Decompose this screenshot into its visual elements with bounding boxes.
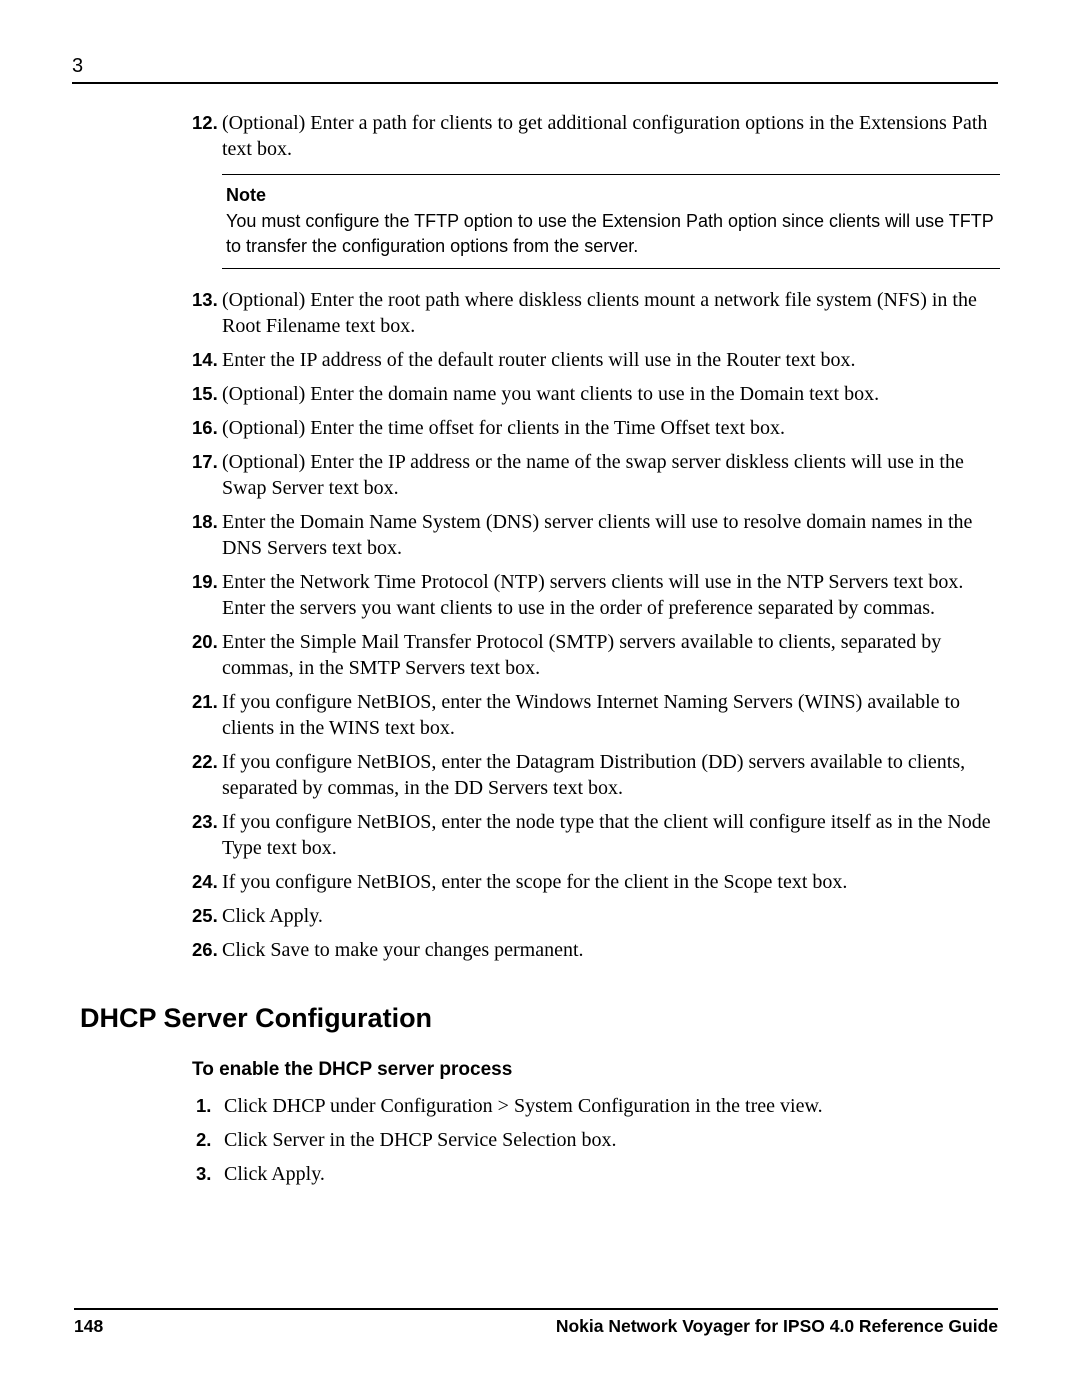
step-number: 1. (192, 1093, 224, 1119)
step-number: 12. (192, 110, 222, 162)
step-number: 13. (192, 287, 222, 339)
step-number: 15. (192, 381, 222, 407)
header-rule (72, 82, 998, 84)
step-number: 3. (192, 1161, 224, 1187)
step-text: (Optional) Enter the time offset for cli… (222, 415, 1000, 441)
note-text: You must configure the TFTP option to us… (226, 209, 996, 258)
step-number: 14. (192, 347, 222, 373)
step-number: 21. (192, 689, 222, 741)
step-item: 15. (Optional) Enter the domain name you… (192, 381, 1000, 407)
page: 3 12. (Optional) Enter a path for client… (0, 0, 1080, 1397)
step-number: 16. (192, 415, 222, 441)
step-item: 19. Enter the Network Time Protocol (NTP… (192, 569, 1000, 621)
step-text: Enter the IP address of the default rout… (222, 347, 1000, 373)
step-text: If you configure NetBIOS, enter the scop… (222, 869, 1000, 895)
step-item: 20. Enter the Simple Mail Transfer Proto… (192, 629, 1000, 681)
step-item: 3. Click Apply. (192, 1161, 1000, 1187)
step-text: (Optional) Enter a path for clients to g… (222, 110, 1000, 162)
step-number: 24. (192, 869, 222, 895)
step-item: 23. If you configure NetBIOS, enter the … (192, 809, 1000, 861)
step-number: 23. (192, 809, 222, 861)
chapter-number: 3 (72, 55, 83, 78)
sub-heading: To enable the DHCP server process (192, 1058, 1000, 1083)
step-item: 12. (Optional) Enter a path for clients … (192, 110, 1000, 162)
step-text: (Optional) Enter the root path where dis… (222, 287, 1000, 339)
step-number: 19. (192, 569, 222, 621)
step-text: Click DHCP under Configuration > System … (224, 1093, 1000, 1119)
step-number: 26. (192, 937, 222, 963)
step-number: 25. (192, 903, 222, 929)
footer-rule (74, 1308, 998, 1310)
step-item: 22. If you configure NetBIOS, enter the … (192, 749, 1000, 801)
step-text: Enter the Domain Name System (DNS) serve… (222, 509, 1000, 561)
step-item: 24. If you configure NetBIOS, enter the … (192, 869, 1000, 895)
step-item: 26. Click Save to make your changes perm… (192, 937, 1000, 963)
step-text: If you configure NetBIOS, enter the Data… (222, 749, 1000, 801)
step-text: (Optional) Enter the IP address or the n… (222, 449, 1000, 501)
step-text: Click Server in the DHCP Service Selecti… (224, 1127, 1000, 1153)
step-text: Enter the Network Time Protocol (NTP) se… (222, 569, 1000, 621)
step-number: 17. (192, 449, 222, 501)
step-item: 21. If you configure NetBIOS, enter the … (192, 689, 1000, 741)
step-item: 18. Enter the Domain Name System (DNS) s… (192, 509, 1000, 561)
note-heading: Note (226, 183, 996, 207)
step-item: 17. (Optional) Enter the IP address or t… (192, 449, 1000, 501)
step-item: 25. Click Apply. (192, 903, 1000, 929)
step-number: 18. (192, 509, 222, 561)
step-text: Enter the Simple Mail Transfer Protocol … (222, 629, 1000, 681)
step-number: 22. (192, 749, 222, 801)
content: 12. (Optional) Enter a path for clients … (192, 110, 1000, 1187)
note-block: Note You must configure the TFTP option … (222, 174, 1000, 269)
section-title: DHCP Server Configuration (80, 1001, 1000, 1036)
step-number: 20. (192, 629, 222, 681)
step-text: Click Apply. (222, 903, 1000, 929)
footer-title: Nokia Network Voyager for IPSO 4.0 Refer… (556, 1316, 998, 1337)
step-item: 13. (Optional) Enter the root path where… (192, 287, 1000, 339)
footer: 148 Nokia Network Voyager for IPSO 4.0 R… (74, 1308, 998, 1337)
step-item: 14. Enter the IP address of the default … (192, 347, 1000, 373)
step-text: Click Apply. (224, 1161, 1000, 1187)
step-item: 16. (Optional) Enter the time offset for… (192, 415, 1000, 441)
step-text: (Optional) Enter the domain name you wan… (222, 381, 1000, 407)
step-item: 1. Click DHCP under Configuration > Syst… (192, 1093, 1000, 1119)
step-number: 2. (192, 1127, 224, 1153)
page-number: 148 (74, 1316, 103, 1337)
step-text: If you configure NetBIOS, enter the node… (222, 809, 1000, 861)
step-item: 2. Click Server in the DHCP Service Sele… (192, 1127, 1000, 1153)
step-text: Click Save to make your changes permanen… (222, 937, 1000, 963)
step-text: If you configure NetBIOS, enter the Wind… (222, 689, 1000, 741)
